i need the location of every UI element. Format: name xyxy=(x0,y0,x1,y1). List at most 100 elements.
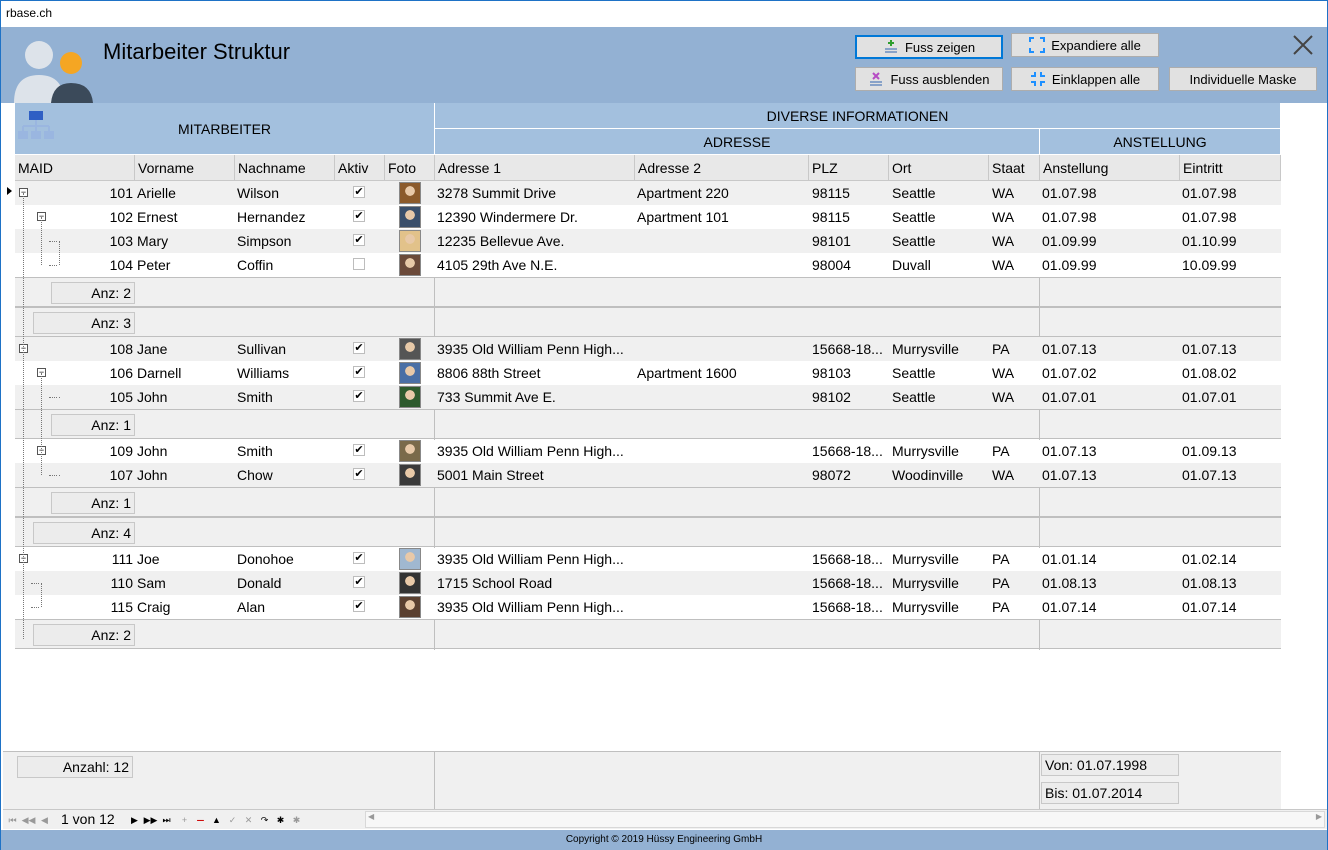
edit-record-icon[interactable]: ▲ xyxy=(209,812,224,828)
cell-adresse2 xyxy=(637,547,807,571)
cell-nachname: Alan xyxy=(237,599,266,615)
filter-icon[interactable]: ✱ xyxy=(273,812,288,828)
cell-nachname: Hernandez xyxy=(237,209,306,225)
col-header-anstellung[interactable]: Anstellung xyxy=(1040,155,1180,181)
aktiv-checkbox-checked[interactable]: ✔ xyxy=(353,576,365,588)
col-header-maid[interactable]: MAID xyxy=(15,155,135,181)
table-row[interactable]: 108 Jane Sullivan 3935 Old William Penn Hig… xyxy=(15,337,1281,361)
cell-staat: WA xyxy=(992,257,1015,273)
expandiere-alle-button[interactable]: Expandiere alle xyxy=(1011,33,1159,57)
post-edit-icon[interactable]: ✓ xyxy=(225,812,240,828)
cell-anstellung: 01.07.14 xyxy=(1042,599,1097,615)
aktiv-checkbox-checked[interactable]: ✔ xyxy=(353,366,365,378)
band-diverse: DIVERSE INFORMATIONEN xyxy=(435,103,1281,129)
summary-bis: Bis: 01.07.2014 xyxy=(1041,782,1179,804)
aktiv-checkbox-checked[interactable]: ✔ xyxy=(353,210,365,222)
expand-icon xyxy=(1029,37,1046,53)
col-header-aktiv[interactable]: Aktiv xyxy=(335,155,385,181)
col-header-plz[interactable]: PLZ xyxy=(809,155,889,181)
users-icon xyxy=(14,41,93,103)
next-record-icon[interactable]: ▶ xyxy=(127,812,142,828)
cell-anstellung: 01.07.01 xyxy=(1042,389,1097,405)
tree-connector xyxy=(31,583,39,584)
table-row[interactable]: 107 John Chow 5001 Main Street 98072 Woodinvi… xyxy=(15,463,1281,487)
first-page-icon[interactable]: ⏮ xyxy=(5,812,20,828)
table-row[interactable]: 104 Peter Coffin 4105 29th Ave N.E. 98004 Duv… xyxy=(15,253,1281,277)
aktiv-checkbox-checked[interactable]: ✔ xyxy=(353,552,365,564)
table-row[interactable]: 110 Sam Donald 1715 School Road 15668-18... M… xyxy=(15,571,1281,595)
cell-adresse2 xyxy=(637,229,807,253)
cell-ort: Woodinville xyxy=(892,467,964,483)
table-row[interactable]: 115 Craig Alan 3935 Old William Penn High..… xyxy=(15,595,1281,619)
next-page-icon[interactable]: ▶▶ xyxy=(143,812,158,828)
aktiv-checkbox-unchecked[interactable] xyxy=(353,258,365,270)
aktiv-checkbox-checked[interactable]: ✔ xyxy=(353,186,365,198)
cell-plz: 15668-18... xyxy=(812,599,883,615)
aktiv-checkbox-checked[interactable]: ✔ xyxy=(353,342,365,354)
col-header-eintritt[interactable]: Eintritt xyxy=(1180,155,1281,181)
prev-record-icon[interactable]: ◀ xyxy=(37,812,52,828)
group-count: Anz: 1 xyxy=(51,414,135,436)
add-record-icon[interactable]: + xyxy=(177,812,192,828)
table-row[interactable]: 103 Mary Simpson 12235 Bellevue Ave. 98101 Se… xyxy=(15,229,1281,253)
cell-staat: PA xyxy=(992,443,1010,459)
cell-nachname: Wilson xyxy=(237,185,280,201)
close-icon[interactable] xyxy=(1291,33,1315,57)
col-header-ort[interactable]: Ort xyxy=(889,155,989,181)
cell-plz: 15668-18... xyxy=(812,443,883,459)
cell-adresse1: 12390 Windermere Dr. xyxy=(437,209,578,225)
scroll-right-icon[interactable]: ▶ xyxy=(1316,812,1322,821)
cell-adresse1: 3935 Old William Penn High... xyxy=(437,551,624,567)
aktiv-checkbox-checked[interactable]: ✔ xyxy=(353,444,365,456)
cell-staat: WA xyxy=(992,389,1015,405)
clear-filter-icon[interactable]: ✱ xyxy=(289,812,304,828)
horizontal-scrollbar[interactable]: ◀ ▶ xyxy=(365,811,1325,828)
scroll-left-icon[interactable]: ◀ xyxy=(368,812,374,821)
col-header-staat[interactable]: Staat xyxy=(989,155,1040,181)
cell-vorname: Arielle xyxy=(137,185,176,201)
table-row[interactable]: 101 Arielle Wilson 3278 Summit Drive Apartme… xyxy=(15,181,1281,205)
table-row[interactable]: 106 Darnell Williams 8806 88th Street Apartm… xyxy=(15,361,1281,385)
cell-anstellung: 01.09.99 xyxy=(1042,233,1097,249)
table-row[interactable]: 105 John Smith 733 Summit Ave E. 98102 Seattl… xyxy=(15,385,1281,409)
tree-connector xyxy=(49,397,57,398)
cell-adresse1: 3935 Old William Penn High... xyxy=(437,341,624,357)
footer-hide-icon xyxy=(870,72,883,86)
cell-maid: 104 xyxy=(109,257,133,273)
summary-von: Von: 01.07.1998 xyxy=(1041,754,1179,776)
col-header-nachname[interactable]: Nachname xyxy=(235,155,335,181)
prev-page-icon[interactable]: ◀◀ xyxy=(21,812,36,828)
delete-record-icon[interactable]: − xyxy=(193,812,208,828)
cell-staat: PA xyxy=(992,341,1010,357)
tree-guide-line xyxy=(41,583,42,607)
table-row[interactable]: 109 John Smith 3935 Old William Penn High..… xyxy=(15,439,1281,463)
collapse-icon xyxy=(1030,72,1045,86)
cell-vorname: John xyxy=(137,443,168,459)
cell-eintritt: 01.07.98 xyxy=(1182,209,1237,225)
cell-adresse2 xyxy=(637,439,807,463)
fuss-ausblenden-button[interactable]: Fuss ausblenden xyxy=(855,67,1003,91)
table-row[interactable]: 102 Ernest Hernandez 12390 Windermere Dr. Ap… xyxy=(15,205,1281,229)
cancel-edit-icon[interactable]: ✕ xyxy=(241,812,256,828)
fuss-zeigen-button[interactable]: Fuss zeigen xyxy=(855,35,1003,59)
col-header-adresse2[interactable]: Adresse 2 xyxy=(635,155,809,181)
einklappen-alle-button[interactable]: Einklappen alle xyxy=(1011,67,1159,91)
cell-maid: 102 xyxy=(109,209,133,225)
aktiv-checkbox-checked[interactable]: ✔ xyxy=(353,234,365,246)
col-header-adresse1[interactable]: Adresse 1 xyxy=(435,155,635,181)
individuelle-maske-button[interactable]: Individuelle Maske xyxy=(1169,67,1317,91)
cell-eintritt: 01.07.13 xyxy=(1182,341,1237,357)
last-page-icon[interactable]: ⏭ xyxy=(159,812,174,828)
col-header-foto[interactable]: Foto xyxy=(385,155,435,181)
cell-staat: WA xyxy=(992,365,1015,381)
aktiv-checkbox-checked[interactable]: ✔ xyxy=(353,600,365,612)
group-count: Anz: 2 xyxy=(33,624,135,646)
cell-staat: WA xyxy=(992,467,1015,483)
cell-staat: WA xyxy=(992,209,1015,225)
aktiv-checkbox-checked[interactable]: ✔ xyxy=(353,468,365,480)
col-header-vorname[interactable]: Vorname xyxy=(135,155,235,181)
aktiv-checkbox-checked[interactable]: ✔ xyxy=(353,390,365,402)
group-footer: Anz: 4 xyxy=(15,517,1281,548)
refresh-icon[interactable]: ↷ xyxy=(257,812,272,828)
table-row[interactable]: 111 Joe Donohoe 3935 Old William Penn High.… xyxy=(15,547,1281,571)
